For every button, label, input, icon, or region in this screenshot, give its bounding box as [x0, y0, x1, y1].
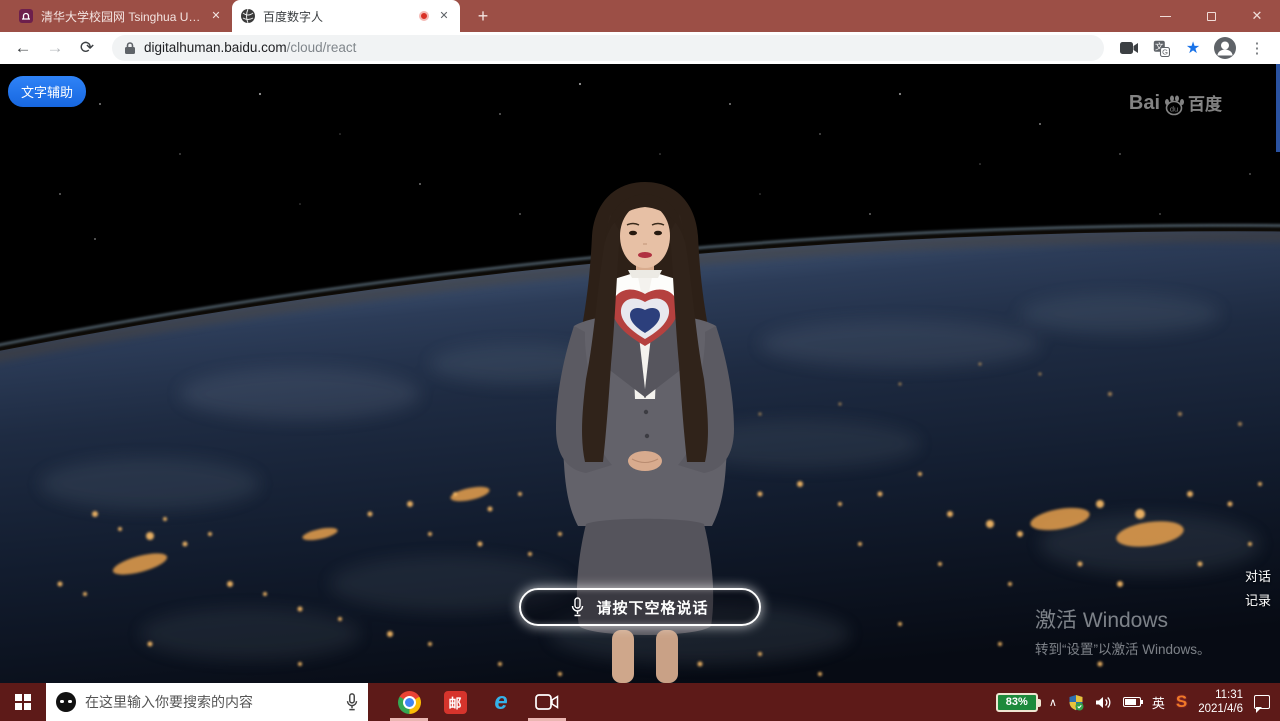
browser-toolbar: ← → ⟳ digitalhuman.baidu.com/cloud/react…: [0, 32, 1280, 64]
minimize-button[interactable]: [1142, 0, 1188, 32]
tab-recording-indicator-icon: [419, 11, 429, 21]
close-tab-icon[interactable]: ✕: [436, 8, 452, 24]
tab-title: 百度数字人: [263, 8, 412, 25]
back-button[interactable]: ←: [10, 35, 36, 61]
browser-titlebar: 清华大学校园网 Tsinghua Univ ✕ 百度数字人 ✕ + ✕: [0, 0, 1280, 32]
tsinghua-favicon-icon: [18, 8, 34, 24]
taskbar-search-input[interactable]: [85, 694, 337, 710]
new-tab-button[interactable]: +: [470, 4, 496, 30]
windows-activation-watermark: 激活 Windows 转到“设置”以激活 Windows。: [1035, 604, 1211, 658]
microphone-icon: [571, 597, 584, 617]
digital-human-page: 文字辅助 Bai du 百度 请按下空格说话 对话 记录 激活 Windows …: [0, 64, 1280, 683]
bookmark-star-icon[interactable]: ★: [1180, 35, 1206, 61]
camera-in-use-icon[interactable]: [1116, 35, 1142, 61]
camera-app-icon: [535, 694, 559, 710]
restore-button[interactable]: [1188, 0, 1234, 32]
taskbar-ie-button[interactable]: e: [478, 683, 524, 721]
clock-date: 2021/4/6: [1198, 702, 1243, 716]
battery-percent-widget[interactable]: 83%: [996, 693, 1038, 712]
close-tab-icon[interactable]: ✕: [208, 8, 224, 24]
start-button[interactable]: [0, 683, 46, 721]
taskbar-apps: 邮 e: [386, 683, 570, 721]
windows-logo-icon: [15, 694, 31, 710]
watermark-line2: 转到“设置”以激活 Windows。: [1035, 638, 1211, 658]
defender-shield-icon[interactable]: [1068, 694, 1084, 711]
watermark-line1: 激活 Windows: [1035, 604, 1211, 634]
tab-digital-human[interactable]: 百度数字人 ✕: [232, 0, 460, 32]
tab-title: 清华大学校园网 Tsinghua Univ: [41, 8, 201, 25]
mail-app-icon: 邮: [444, 691, 467, 714]
url-host: digitalhuman.baidu.com: [144, 40, 287, 55]
translate-icon[interactable]: 文G: [1148, 35, 1174, 61]
svg-text:du: du: [1170, 105, 1178, 114]
profile-avatar-icon[interactable]: [1212, 35, 1238, 61]
taskbar-search-box[interactable]: [46, 683, 368, 721]
scrollbar-thumb[interactable]: [1276, 64, 1280, 152]
browser-menu-icon[interactable]: ⋮: [1244, 35, 1270, 61]
language-indicator[interactable]: 英: [1152, 693, 1165, 712]
side-tab-dialog[interactable]: 对话: [1245, 566, 1271, 585]
cortana-icon: [56, 692, 76, 712]
clock-time: 11:31: [1198, 688, 1243, 702]
minimize-icon: [1160, 16, 1171, 17]
tab-tsinghua[interactable]: 清华大学校园网 Tsinghua Univ ✕: [10, 0, 232, 32]
push-to-talk-label: 请按下空格说话: [596, 597, 708, 618]
internet-explorer-icon: e: [494, 692, 507, 712]
chrome-icon: [398, 691, 421, 714]
push-to-talk-button[interactable]: 请按下空格说话: [519, 588, 761, 626]
side-tab-record[interactable]: 记录: [1245, 590, 1271, 609]
taskbar-clock[interactable]: 11:31 2021/4/6: [1198, 688, 1243, 716]
restore-icon: [1207, 12, 1216, 21]
baidu-logo-bai: Bai: [1129, 92, 1160, 115]
baidu-logo: Bai du 百度: [1129, 90, 1222, 115]
reload-button[interactable]: ⟳: [74, 35, 100, 61]
lock-icon: [124, 41, 136, 55]
search-mic-icon[interactable]: [346, 693, 358, 711]
volume-icon[interactable]: [1095, 695, 1112, 710]
taskbar-mail-button[interactable]: 邮: [432, 683, 478, 721]
baidu-paw-icon: du: [1162, 93, 1186, 117]
battery-tray-icon[interactable]: [1123, 697, 1141, 707]
text-assist-button[interactable]: 文字辅助: [8, 76, 86, 107]
svg-text:G: G: [1162, 47, 1168, 56]
window-controls: ✕: [1142, 0, 1280, 32]
windows-taskbar: 邮 e 83% ∧ 英 S: [0, 683, 1280, 721]
forward-button[interactable]: →: [42, 35, 68, 61]
address-bar[interactable]: digitalhuman.baidu.com/cloud/react: [112, 35, 1104, 61]
desktop-screen: 清华大学校园网 Tsinghua Univ ✕ 百度数字人 ✕ + ✕ ← → …: [0, 0, 1280, 721]
url-path: /cloud/react: [287, 40, 357, 55]
close-window-button[interactable]: ✕: [1234, 0, 1280, 32]
globe-favicon-icon: [240, 8, 256, 24]
taskbar-camera-button[interactable]: [524, 683, 570, 721]
taskbar-chrome-button[interactable]: [386, 683, 432, 721]
action-center-icon[interactable]: [1254, 695, 1270, 709]
tray-expand-icon[interactable]: ∧: [1049, 696, 1057, 709]
sogou-input-icon[interactable]: S: [1176, 692, 1187, 712]
baidu-logo-cn: 百度: [1188, 90, 1222, 115]
system-tray: 83% ∧ 英 S 11:31 2021/4/6: [996, 688, 1280, 716]
